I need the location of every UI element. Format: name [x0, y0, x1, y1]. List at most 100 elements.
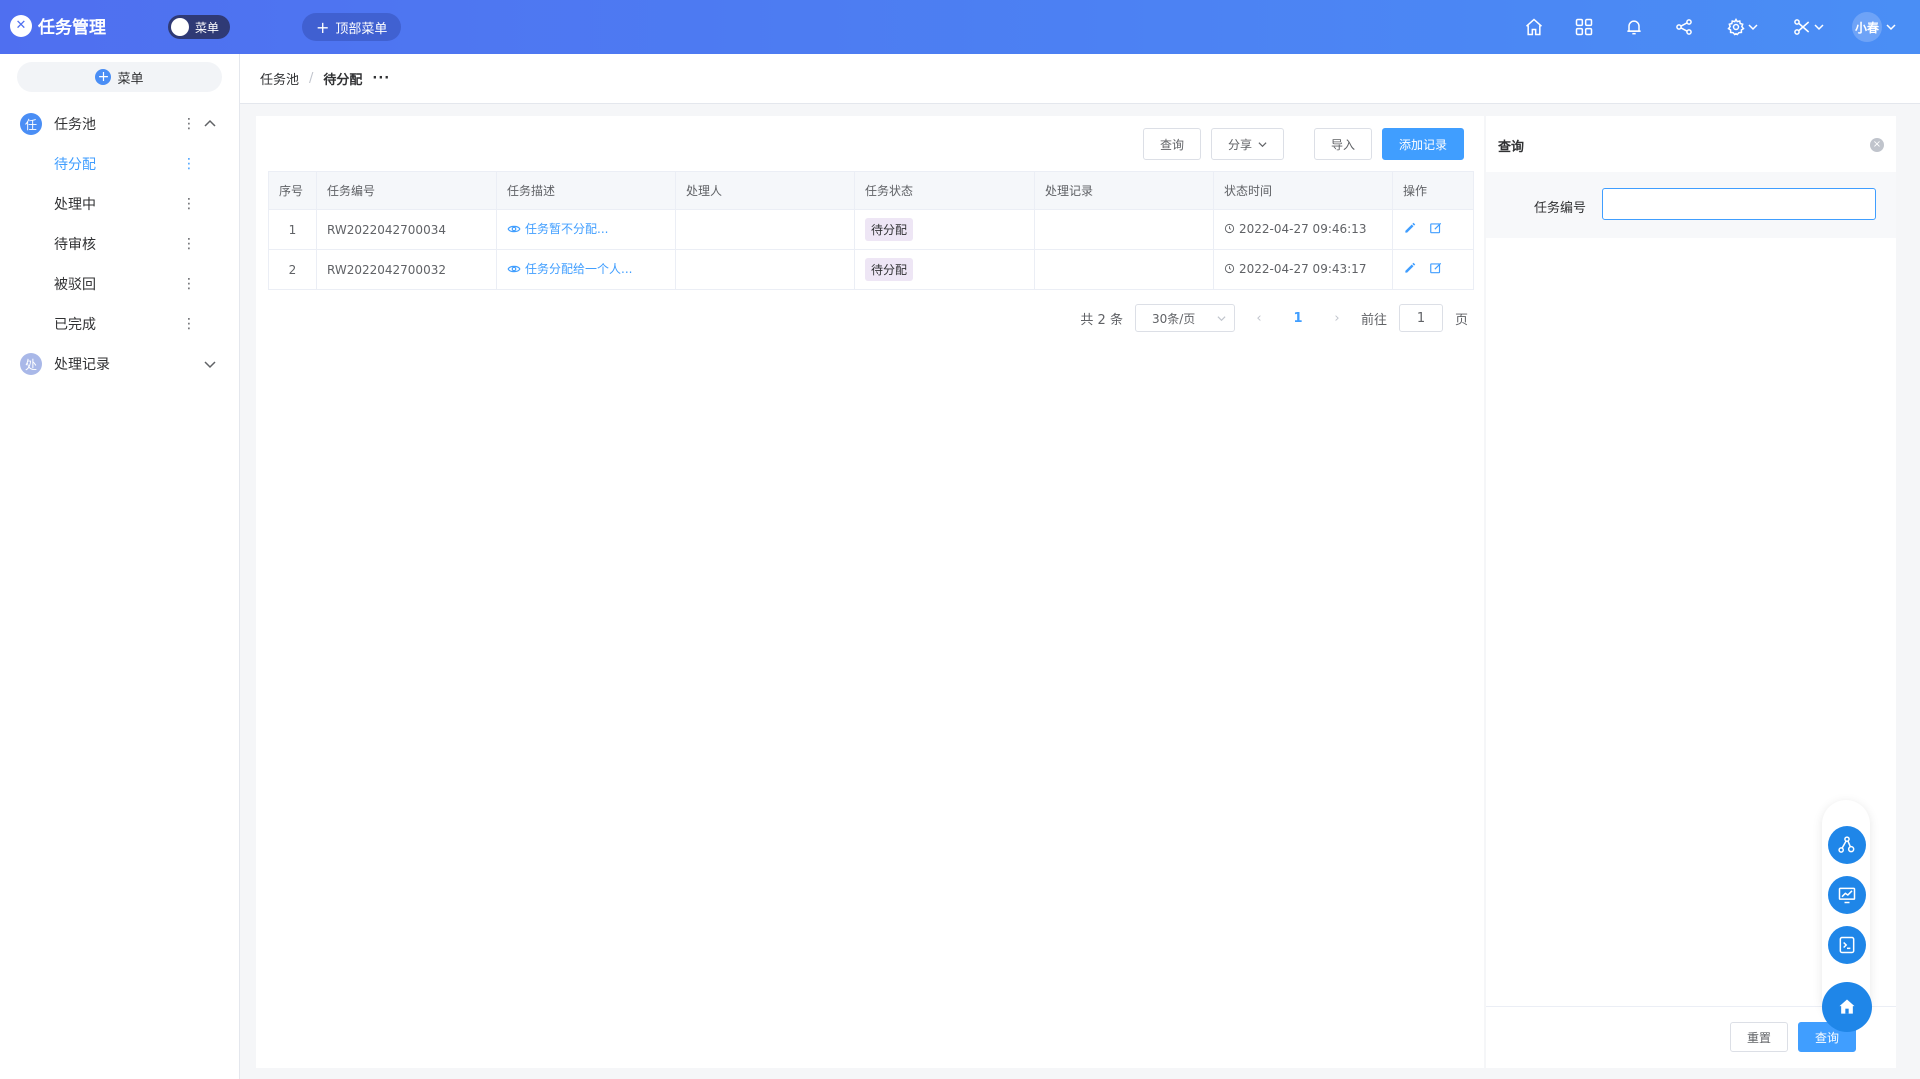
- task-code: RW2022042700032: [316, 249, 497, 290]
- sidebar-item-label: 被驳回: [54, 277, 96, 293]
- sidebar-group-records[interactable]: 处 处理记录: [0, 344, 239, 384]
- task-desc-link[interactable]: 任务暂不分配...: [507, 220, 608, 237]
- query-button[interactable]: 查询: [1142, 128, 1201, 160]
- column-header: 状态时间: [1213, 171, 1393, 210]
- top-bar: ✕ 任务管理 菜单 + 顶部菜单 小春: [0, 0, 1920, 54]
- gear-icon: [1727, 18, 1745, 36]
- sidebar-item-label: 已完成: [54, 317, 96, 333]
- table-row: 2 RW2022042700032 任务分配给一个人... 待分配 2022-0…: [268, 249, 1474, 290]
- more-vertical-icon[interactable]: ⋮: [182, 154, 196, 174]
- clock-icon: [1224, 224, 1235, 234]
- more-vertical-icon[interactable]: ⋮: [182, 314, 196, 334]
- page-number[interactable]: 1: [1283, 311, 1313, 326]
- top-icon-group: 小春: [1520, 0, 1896, 54]
- import-button[interactable]: 导入: [1313, 128, 1372, 160]
- close-icon[interactable]: ×: [1870, 138, 1884, 152]
- bell-icon[interactable]: [1620, 13, 1648, 41]
- main-panel: 查询 分享 导入 添加记录 序号 任务编号 任务描述 处理人 任务状态 处理记录…: [256, 116, 1484, 1068]
- task-desc-cell: 任务分配给一个人...: [496, 249, 676, 290]
- breadcrumb-root[interactable]: 任务池: [260, 69, 299, 88]
- monitor-chart-icon: [1838, 887, 1856, 904]
- toggle-label: 菜单: [195, 20, 220, 35]
- more-vertical-icon[interactable]: ⋮: [182, 274, 196, 294]
- edit-pencil-icon[interactable]: [1403, 261, 1417, 275]
- more-vertical-icon[interactable]: ⋮: [182, 194, 196, 214]
- chevron-down-icon: [1886, 24, 1896, 31]
- terminal-fab[interactable]: [1828, 926, 1866, 964]
- home-icon[interactable]: [1520, 13, 1548, 41]
- sidebar-item-label: 待审核: [54, 237, 96, 253]
- plus-icon: +: [316, 17, 330, 37]
- sidebar-item-review[interactable]: 待审核 ⋮: [0, 224, 239, 264]
- workflow-fab[interactable]: [1828, 826, 1866, 864]
- dashboard-fab[interactable]: [1828, 876, 1866, 914]
- toolbar: 查询 分享 导入 添加记录: [1142, 128, 1464, 160]
- workflow-icon: [1838, 836, 1855, 853]
- avatar: 小春: [1852, 12, 1882, 42]
- task-code-input[interactable]: [1602, 188, 1876, 220]
- sidebar-group-task-pool[interactable]: 任 任务池 ⋮: [0, 104, 239, 144]
- page-size-select[interactable]: 30条/页: [1134, 304, 1235, 332]
- share-label: 分享: [1227, 137, 1252, 152]
- app-brand[interactable]: ✕ 任务管理: [10, 13, 106, 38]
- edit-pencil-icon[interactable]: [1403, 221, 1417, 235]
- column-header: 处理人: [675, 171, 855, 210]
- settings-dropdown[interactable]: [1720, 13, 1764, 41]
- task-time-cell: 2022-04-27 09:46:13: [1213, 209, 1393, 250]
- edit-box-icon[interactable]: [1429, 261, 1443, 275]
- sidebar-group-label: 处理记录: [54, 357, 110, 373]
- task-code: RW2022042700034: [316, 209, 497, 250]
- add-record-button[interactable]: 添加记录: [1381, 128, 1464, 160]
- breadcrumb-current: 待分配: [323, 73, 363, 88]
- sidebar-menu-button[interactable]: + 菜单: [17, 62, 222, 92]
- column-header: 任务描述: [496, 171, 676, 210]
- table-row: 1 RW2022042700034 任务暂不分配... 待分配 2022-04-…: [268, 209, 1474, 250]
- toolbar-spacer: [1294, 128, 1304, 160]
- query-panel-title: 查询: [1498, 140, 1525, 155]
- page-jump-input[interactable]: 1: [1398, 304, 1443, 332]
- sidebar-item-pending[interactable]: 待分配 ⋮: [0, 144, 239, 184]
- task-desc-link[interactable]: 任务分配给一个人...: [507, 260, 632, 277]
- task-table: 序号 任务编号 任务描述 处理人 任务状态 处理记录 状态时间 操作 1 RW2…: [268, 171, 1474, 290]
- chevron-down-icon[interactable]: [202, 356, 218, 372]
- column-header: 序号: [268, 171, 317, 210]
- sidebar-item-completed[interactable]: 已完成 ⋮: [0, 304, 239, 344]
- row-index: 1: [268, 209, 317, 250]
- prev-page-icon[interactable]: ‹: [1247, 311, 1271, 326]
- task-time: 2022-04-27 09:46:13: [1239, 221, 1367, 236]
- reset-button[interactable]: 重置: [1729, 1022, 1788, 1052]
- next-page-icon[interactable]: ›: [1325, 311, 1349, 326]
- sidebar-item-processing[interactable]: 处理中 ⋮: [0, 184, 239, 224]
- terminal-icon: [1839, 936, 1855, 954]
- share-button[interactable]: 分享: [1210, 128, 1284, 160]
- chevron-down-icon: [1217, 315, 1226, 321]
- home-fab[interactable]: [1822, 982, 1872, 1032]
- sidebar-item-rejected[interactable]: 被驳回 ⋮: [0, 264, 239, 304]
- chevron-down-icon: [1814, 24, 1824, 31]
- sidebar-menu-label: 菜单: [117, 71, 144, 87]
- sidebar-item-label: 处理中: [54, 197, 96, 213]
- group-badge: 任: [20, 113, 42, 135]
- tools-dropdown[interactable]: [1786, 13, 1830, 41]
- apps-icon[interactable]: [1570, 13, 1598, 41]
- breadcrumb-separator: /: [309, 71, 314, 86]
- chevron-up-icon[interactable]: [202, 116, 218, 132]
- page-size-value: 30条/页: [1151, 311, 1196, 326]
- more-horizontal-icon[interactable]: ···: [372, 71, 390, 86]
- more-vertical-icon[interactable]: ⋮: [182, 114, 196, 134]
- user-menu[interactable]: 小春: [1852, 12, 1896, 42]
- query-form: 任务编号: [1486, 172, 1896, 238]
- column-header: 操作: [1392, 171, 1474, 210]
- edit-box-icon[interactable]: [1429, 221, 1443, 235]
- status-badge: 待分配: [865, 218, 914, 241]
- pager-total: 共 2 条: [1080, 312, 1123, 328]
- sidebar: + 菜单 任 任务池 ⋮ 待分配 ⋮ 处理中 ⋮ 待审核 ⋮ 被驳回 ⋮ 已完成…: [0, 54, 240, 1079]
- row-index: 2: [268, 249, 317, 290]
- breadcrumb: 任务池 / 待分配 ···: [240, 54, 1920, 104]
- top-menu-button[interactable]: + 顶部菜单: [302, 13, 402, 41]
- menu-toggle[interactable]: 菜单: [168, 15, 230, 39]
- tools-icon: ✕: [10, 14, 32, 37]
- share-icon[interactable]: [1670, 13, 1698, 41]
- eye-icon: [507, 265, 521, 272]
- more-vertical-icon[interactable]: ⋮: [182, 234, 196, 254]
